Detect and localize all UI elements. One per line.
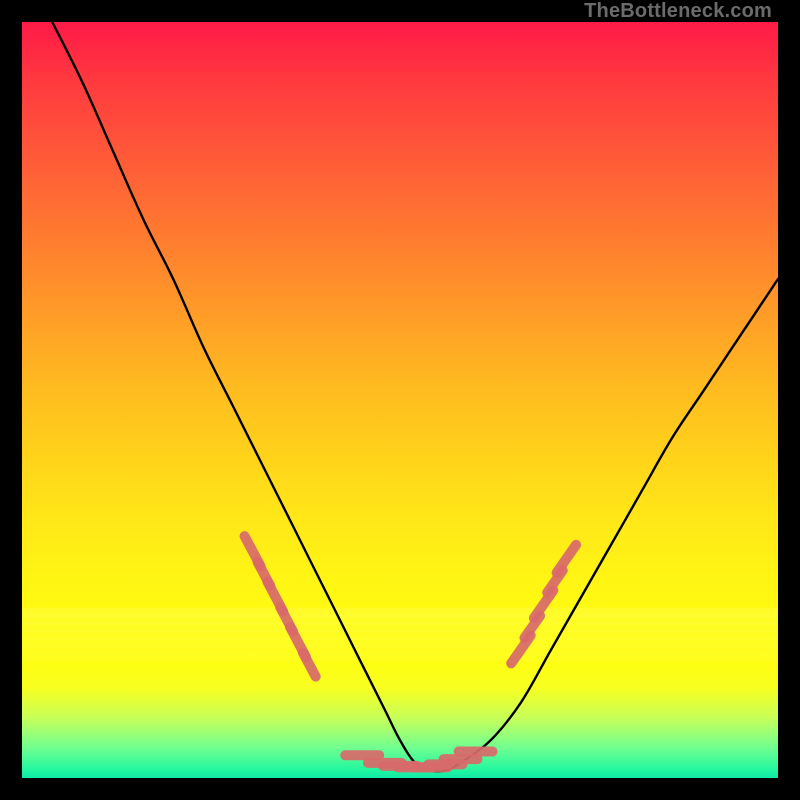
bottleneck-curve-svg bbox=[22, 22, 778, 778]
highlight-band bbox=[22, 653, 778, 662]
watermark-text: TheBottleneck.com bbox=[584, 0, 772, 23]
chart-frame: TheBottleneck.com bbox=[0, 0, 800, 800]
plot-area bbox=[22, 22, 778, 778]
highlight-bands bbox=[22, 608, 778, 662]
